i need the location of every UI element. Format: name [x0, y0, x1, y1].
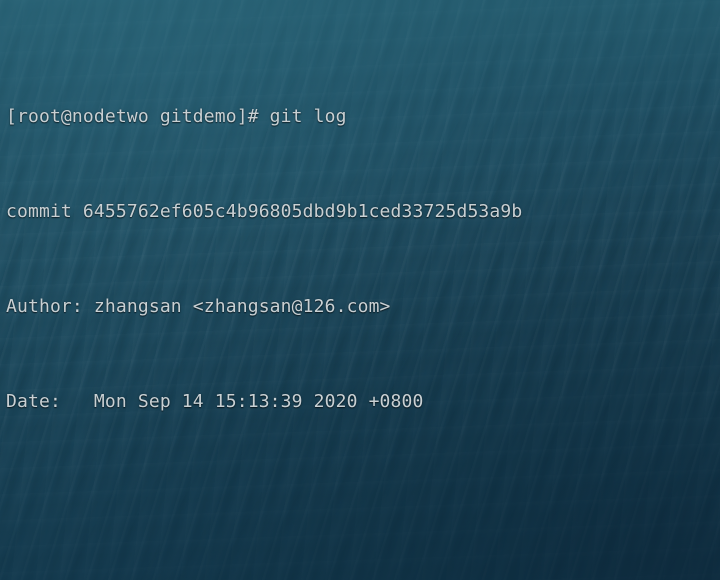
terminal-window[interactable]: [root@nodetwo gitdemo]# git log commit 6… [0, 0, 720, 580]
commit-message-line-1: three commit [6, 577, 720, 580]
commit-date-line-1: Date: Mon Sep 14 15:13:39 2020 +0800 [6, 391, 424, 413]
terminal-prompt-line: [root@nodetwo gitdemo]# git log [6, 106, 347, 128]
commit-hash-line-1: commit 6455762ef605c4b96805dbd9b1ced3372… [6, 201, 523, 223]
commit-author-line-1: Author: zhangsan <zhangsan@126.com> [6, 296, 391, 318]
terminal-output-area[interactable]: [root@nodetwo gitdemo]# git log commit 6… [0, 0, 720, 580]
